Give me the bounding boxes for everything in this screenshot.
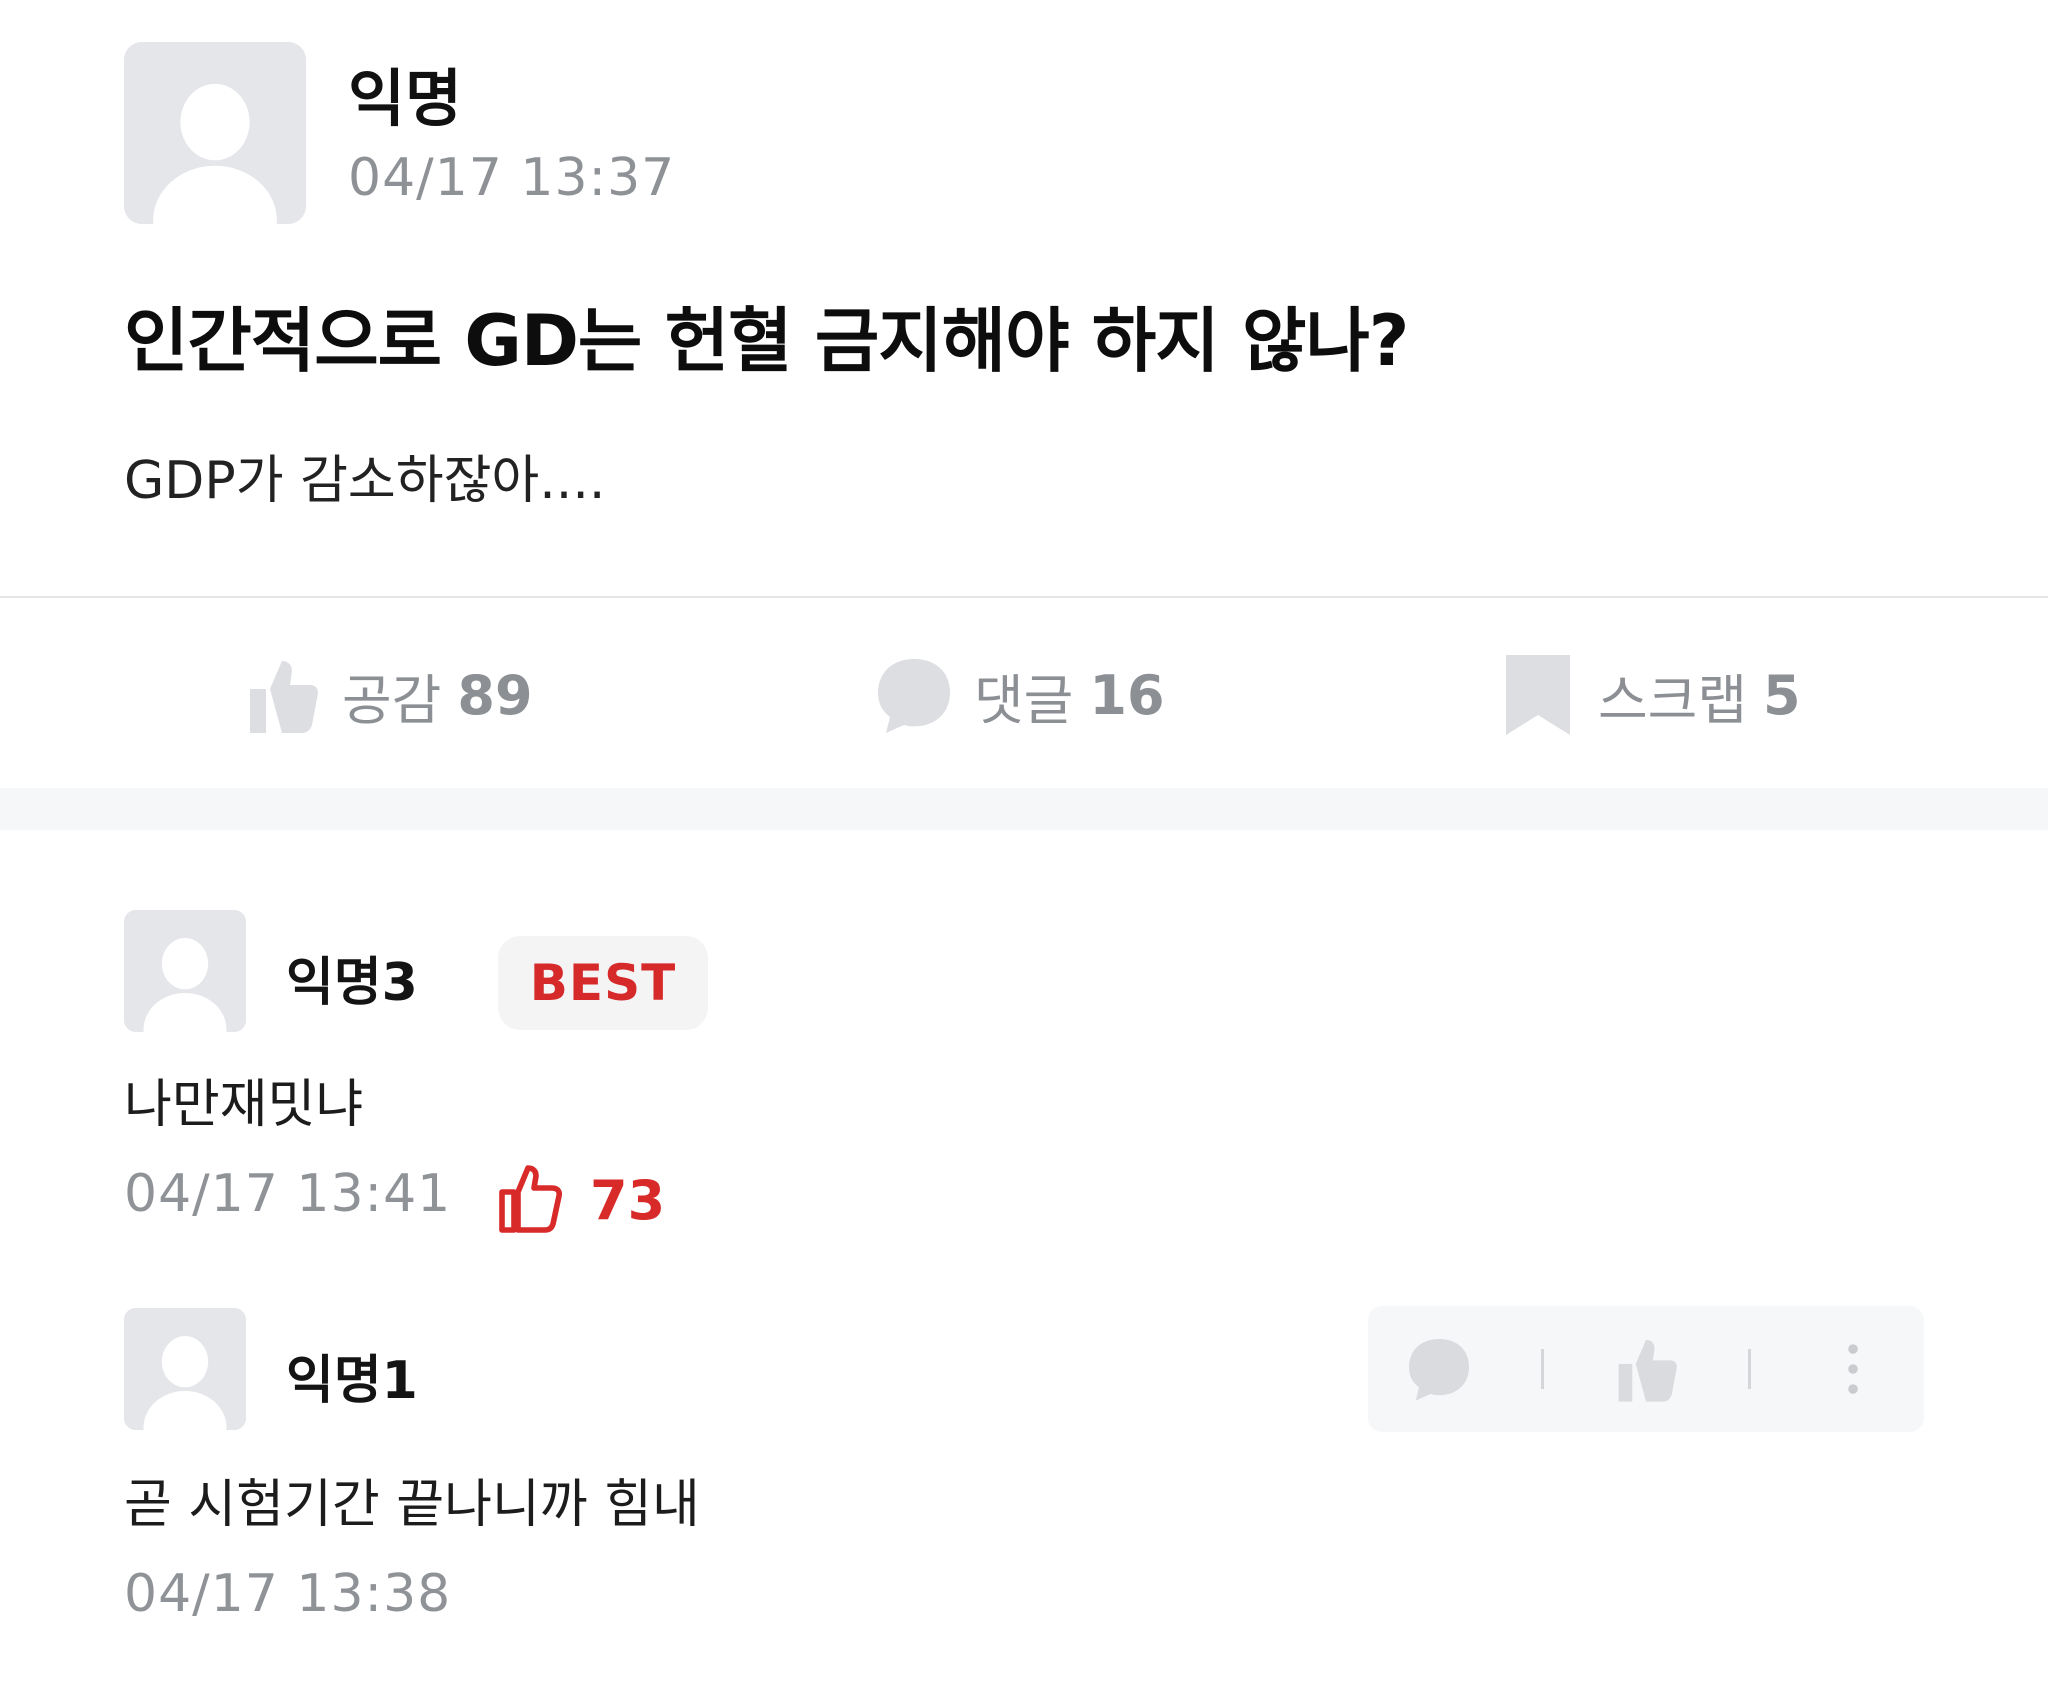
- toolbar-separator: [1748, 1349, 1751, 1389]
- best-badge: BEST: [498, 936, 708, 1030]
- comment-like-count[interactable]: 73: [496, 1160, 665, 1240]
- comment-text: 나만재밋냐: [124, 1075, 364, 1135]
- post-author-avatar: [124, 42, 306, 224]
- thumbs-up-icon: [496, 1160, 568, 1240]
- default-avatar-icon: [124, 910, 246, 1032]
- more-options-button[interactable]: [1813, 1329, 1893, 1409]
- speech-bubble-icon: [1409, 1339, 1469, 1401]
- scrap-label: 스크랩: [1598, 668, 1748, 732]
- post-body: GDP가 감소하잖아....: [124, 451, 606, 511]
- post-timestamp: 04/17 13:37: [348, 148, 676, 208]
- more-vertical-icon: [1848, 1344, 1858, 1394]
- comment-author-name: 익명1: [286, 1351, 418, 1411]
- like-label: 공감: [342, 668, 442, 732]
- default-avatar-icon: [124, 42, 306, 224]
- scrap-count: 5: [1763, 663, 1801, 727]
- comment-timestamp: 04/17 13:38: [124, 1564, 452, 1624]
- thumbs-up-icon: [240, 650, 324, 740]
- like-number: 73: [590, 1168, 666, 1232]
- comment-label: 댓글: [974, 668, 1074, 732]
- scrap-button[interactable]: 스크랩 5: [1496, 640, 1801, 750]
- post-title: 인간적으로 GD는 헌혈 금지해야 하지 않나?: [124, 300, 1409, 382]
- reply-button[interactable]: [1399, 1329, 1479, 1409]
- comment-avatar: [124, 910, 246, 1032]
- comment-text: 곧 시험기간 끝나니까 힘내: [124, 1475, 700, 1535]
- like-count: 89: [457, 663, 533, 727]
- divider: [0, 596, 2048, 598]
- section-separator: [0, 788, 2048, 830]
- bookmark-icon: [1496, 650, 1580, 740]
- comment-like-button[interactable]: [1606, 1329, 1686, 1409]
- comment-author-name: 익명3: [286, 953, 418, 1013]
- comment-button[interactable]: 댓글 16: [872, 640, 1165, 750]
- speech-bubble-icon: [872, 650, 956, 740]
- comment-avatar: [124, 1308, 246, 1430]
- comment-count: 16: [1089, 663, 1165, 727]
- like-button[interactable]: 공감 89: [240, 640, 533, 750]
- default-avatar-icon: [124, 1308, 246, 1430]
- comment-timestamp: 04/17 13:41: [124, 1164, 452, 1224]
- thumbs-up-icon: [1618, 1339, 1677, 1402]
- post-author-name: 익명: [348, 62, 463, 135]
- comment-action-toolbar: [1368, 1306, 1924, 1432]
- toolbar-separator: [1541, 1349, 1544, 1389]
